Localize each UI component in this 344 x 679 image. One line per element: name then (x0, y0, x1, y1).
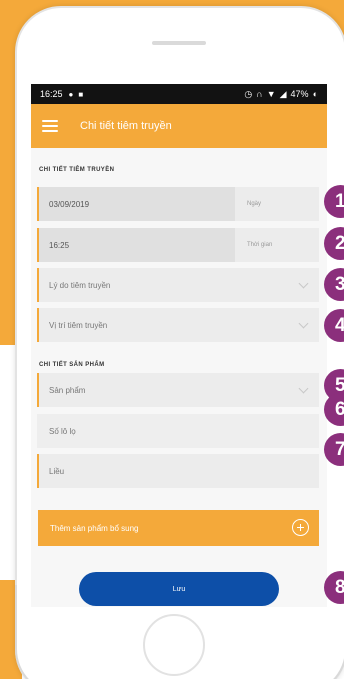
page-title: Chi tiết tiêm truyền (80, 120, 172, 132)
chevron-down-icon (298, 278, 309, 289)
lot-placeholder: Số lô lọ (49, 426, 76, 436)
chevron-down-icon (298, 383, 309, 394)
lot-number-input[interactable]: Số lô lọ (37, 414, 319, 448)
section-infusion-details: CHI TIẾT TIÊM TRUYỀN (39, 167, 115, 173)
home-button[interactable] (143, 614, 205, 676)
form-content: CHI TIẾT TIÊM TRUYỀN 03/09/2019 Ngày 16:… (31, 148, 327, 607)
spotify-icon: ● (68, 89, 74, 99)
signal-icon: ◢ (279, 88, 287, 99)
status-bar: 16:25 ● ■ ◷ ∩ ▼ ◢ 47% ◐ (31, 84, 327, 104)
save-label: Lưu (172, 585, 186, 593)
app-bar: Chi tiết tiêm truyền (31, 104, 327, 148)
app-screen: 16:25 ● ■ ◷ ∩ ▼ ◢ 47% ◐ Chi tiết tiêm tr… (31, 84, 327, 607)
product-select[interactable]: Sản phẩm (37, 373, 319, 407)
battery-percent: 47% (290, 89, 309, 99)
position-placeholder: Vị trí tiêm truyền (49, 320, 108, 330)
product-placeholder: Sản phẩm (49, 385, 86, 395)
add-product-button[interactable]: Thêm sản phẩm bổ sung (38, 510, 319, 546)
reason-select[interactable]: Lý do tiêm truyền (37, 268, 319, 302)
date-field[interactable]: 03/09/2019 Ngày (37, 187, 319, 221)
menu-icon[interactable] (42, 120, 58, 132)
wifi-icon: ▼ (266, 89, 276, 99)
headphones-icon: ∩ (256, 89, 263, 99)
time-suffix: Thời gian (247, 242, 273, 248)
dose-placeholder: Liều (49, 466, 65, 476)
status-right: ◷ ∩ ▼ ◢ 47% ◐ (244, 89, 318, 100)
date-value: 03/09/2019 (39, 187, 235, 221)
save-button[interactable]: Lưu (79, 572, 279, 606)
date-suffix: Ngày (247, 201, 262, 207)
add-product-label: Thêm sản phẩm bổ sung (50, 523, 139, 533)
time-field[interactable]: 16:25 Thời gian (37, 228, 319, 262)
alarm-icon: ◷ (244, 88, 253, 99)
section-product-details: CHI TIẾT SẢN PHẨM (39, 362, 105, 368)
plus-circle-icon (292, 519, 309, 536)
reason-placeholder: Lý do tiêm truyền (49, 280, 111, 290)
phone-speaker (152, 41, 206, 45)
status-time: 16:25 (40, 89, 63, 99)
position-select[interactable]: Vị trí tiêm truyền (37, 308, 319, 342)
dose-input[interactable]: Liều (37, 454, 319, 488)
time-value: 16:25 (39, 228, 235, 262)
chevron-down-icon (298, 318, 309, 329)
battery-icon: ◐ (312, 89, 318, 99)
image-icon: ■ (78, 89, 84, 99)
